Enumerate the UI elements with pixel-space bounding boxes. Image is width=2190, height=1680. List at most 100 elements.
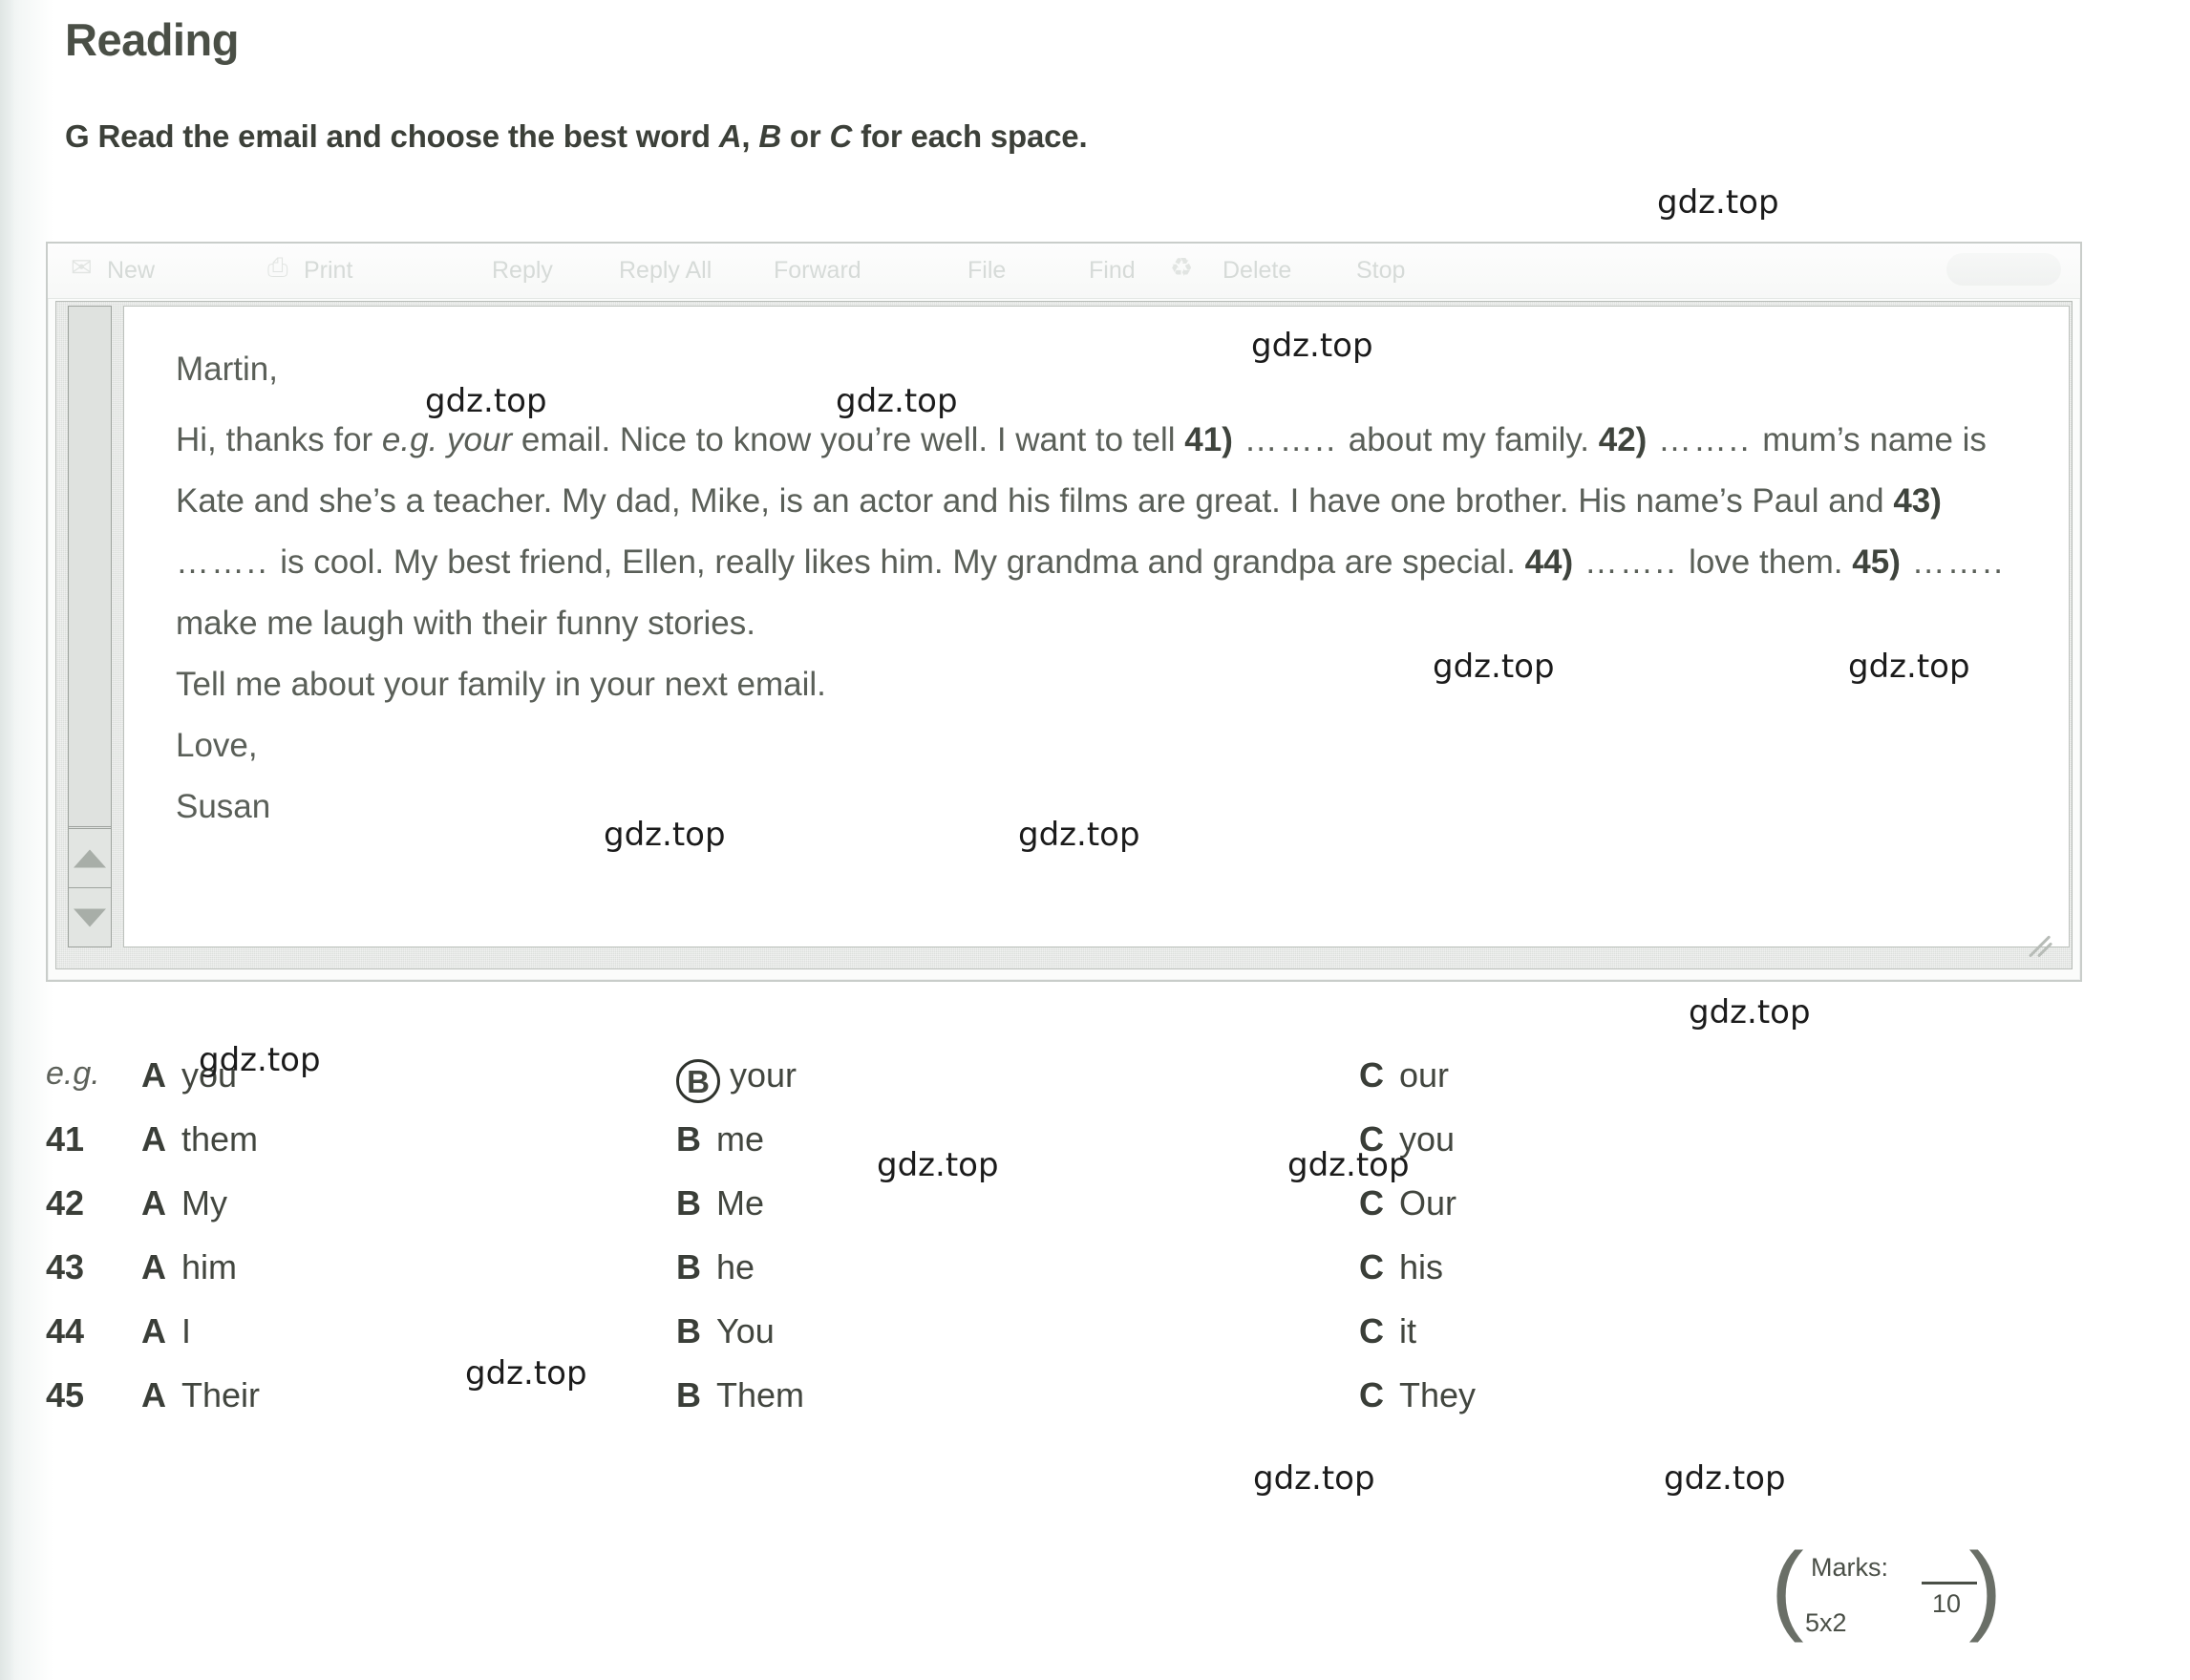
selected-option-marker[interactable]: B (676, 1059, 720, 1103)
answer-option-c[interactable]: C Our (1359, 1183, 1456, 1223)
chevron-up-icon (74, 849, 106, 867)
gap-number-44: 44) (1524, 543, 1574, 581)
gap-dots-44[interactable]: …….. (1573, 543, 1689, 581)
question-number: e.g. (46, 1055, 100, 1092)
option-text-a: My (181, 1183, 227, 1223)
option-text-b: your (730, 1055, 797, 1095)
option-text-c: it (1399, 1311, 1416, 1350)
answer-option-a[interactable]: Ayou (141, 1055, 237, 1095)
window-resize-grip[interactable] (2026, 930, 2064, 963)
answer-row: 41 Athem Bme Cyou (46, 1119, 1669, 1183)
option-letter-c[interactable]: C (1359, 1247, 1384, 1287)
option-letter-a[interactable]: A (141, 1119, 166, 1159)
trash-icon[interactable]: ♻ (1170, 253, 1193, 283)
scrollbar-thumb[interactable] (69, 307, 111, 827)
option-text-a: Their (181, 1375, 261, 1414)
email-paragraph: Hi, thanks for e.g. your email. Nice to … (176, 410, 2017, 654)
page-edge-shadow (0, 0, 13, 1680)
toolbar-button-forward[interactable]: Forward (774, 257, 861, 285)
answer-option-a[interactable]: A Their (141, 1375, 260, 1415)
option-text-c: his (1399, 1247, 1444, 1287)
option-letter-b[interactable]: B (676, 1119, 701, 1159)
option-letter-a[interactable]: A (141, 1247, 166, 1287)
answer-row: e.g. Ayou Byour Cour (46, 1055, 1669, 1119)
gap-dots-43[interactable]: …….. (176, 543, 280, 581)
option-letter-a[interactable]: A (141, 1375, 166, 1414)
answer-option-c[interactable]: C They (1359, 1375, 1476, 1415)
gap-dots-45[interactable]: …….. (1901, 543, 2005, 581)
answer-option-a[interactable]: Ahim (141, 1247, 237, 1287)
marks-denominator: 10 (1932, 1589, 1962, 1618)
question-number: 45 (46, 1375, 85, 1414)
text-segment: is cool. My best friend, Ellen, really l… (280, 543, 1525, 581)
exercise-instruction: G Read the email and choose the best wor… (65, 118, 1088, 155)
option-text-b: he (716, 1247, 755, 1287)
print-icon[interactable]: ⎙ (267, 253, 288, 284)
gap-number-42: 42) (1598, 421, 1648, 458)
option-text-c: Our (1399, 1183, 1457, 1223)
option-letter-c[interactable]: C (1359, 1119, 1384, 1159)
marks-paren-left: ( (1771, 1533, 1804, 1644)
gap-dots-42[interactable]: …….. (1647, 421, 1762, 458)
gap-dots-41[interactable]: …….. (1233, 421, 1349, 458)
option-letter-a[interactable]: A (141, 1183, 166, 1223)
choice-letter-c: C (829, 118, 853, 154)
option-text-b: You (716, 1311, 775, 1350)
toolbar-button-reply[interactable]: Reply (492, 257, 553, 285)
toolbar-button-find[interactable]: Find (1089, 257, 1136, 285)
toolbar-button-new[interactable]: New (107, 257, 155, 285)
answer-option-b[interactable]: Byour (676, 1055, 797, 1103)
vertical-scrollbar[interactable] (68, 306, 112, 947)
scroll-down-button[interactable] (69, 887, 111, 946)
question-number: 43 (46, 1247, 85, 1287)
option-letter-c[interactable]: C (1359, 1183, 1384, 1223)
answer-option-a[interactable]: Athem (141, 1119, 258, 1159)
option-letter-a[interactable]: A (141, 1311, 166, 1350)
option-letter-b[interactable]: B (676, 1311, 701, 1350)
chevron-down-icon (74, 908, 106, 926)
gap-number-41: 41) (1184, 421, 1233, 458)
answer-option-c[interactable]: Cyou (1359, 1119, 1455, 1159)
toolbar-button-stop[interactable]: Stop (1356, 257, 1405, 285)
answer-option-c[interactable]: Chis (1359, 1247, 1443, 1287)
option-text-a: them (181, 1119, 259, 1159)
answer-option-b[interactable]: B You (676, 1311, 775, 1351)
option-letter-b[interactable]: B (676, 1247, 701, 1287)
option-text-a: you (181, 1055, 238, 1095)
scroll-up-button[interactable] (69, 828, 111, 887)
toolbar-button-file[interactable]: File (967, 257, 1006, 285)
answer-option-b[interactable]: Bhe (676, 1247, 755, 1287)
new-mail-icon[interactable]: ✉ (71, 253, 93, 283)
answer-row: 43 Ahim Bhe Chis (46, 1247, 1669, 1311)
option-text-a: him (181, 1247, 238, 1287)
question-number: 42 (46, 1183, 85, 1223)
answer-option-a[interactable]: A My (141, 1183, 227, 1223)
option-text-c: you (1399, 1119, 1456, 1159)
toolbar-button-reply-all[interactable]: Reply All (619, 257, 712, 285)
answer-option-c[interactable]: Cit (1359, 1311, 1416, 1351)
example-answer-inline: e.g. your (381, 421, 513, 458)
option-letter-c[interactable]: C (1359, 1375, 1384, 1414)
choice-letter-b: B (758, 118, 781, 154)
text-segment: love them. (1689, 543, 1853, 581)
answer-row: 42 A My B Me C Our (46, 1183, 1669, 1247)
marks-paren-right: ) (1968, 1533, 2002, 1644)
option-letter-b[interactable]: B (676, 1183, 701, 1223)
answer-option-b[interactable]: B Them (676, 1375, 804, 1415)
option-letter-b[interactable]: B (676, 1375, 701, 1414)
option-letter-c[interactable]: C (1359, 1311, 1384, 1350)
answer-option-b[interactable]: Bme (676, 1119, 764, 1159)
toolbar-button-delete[interactable]: Delete (1223, 257, 1291, 285)
option-letter-a[interactable]: A (141, 1055, 166, 1095)
toolbar-button-print[interactable]: Print (304, 257, 352, 285)
text-segment: make me laugh with their funny stories. (176, 605, 755, 642)
answer-option-b[interactable]: B Me (676, 1183, 764, 1223)
answer-option-a[interactable]: AI (141, 1311, 191, 1351)
option-text-c: They (1399, 1375, 1477, 1414)
email-message-body: Martin, Hi, thanks for e.g. your email. … (123, 306, 2070, 947)
exercise-letter: G (65, 118, 90, 154)
answer-option-c[interactable]: Cour (1359, 1055, 1449, 1095)
answer-row: 44 A I B You Cit (46, 1311, 1669, 1375)
answer-options-list: e.g. Ayou Byour Cour 41 Athem Bme Cyou 42 A My B Me C… (46, 1055, 1669, 1439)
option-letter-c[interactable]: C (1359, 1055, 1384, 1095)
